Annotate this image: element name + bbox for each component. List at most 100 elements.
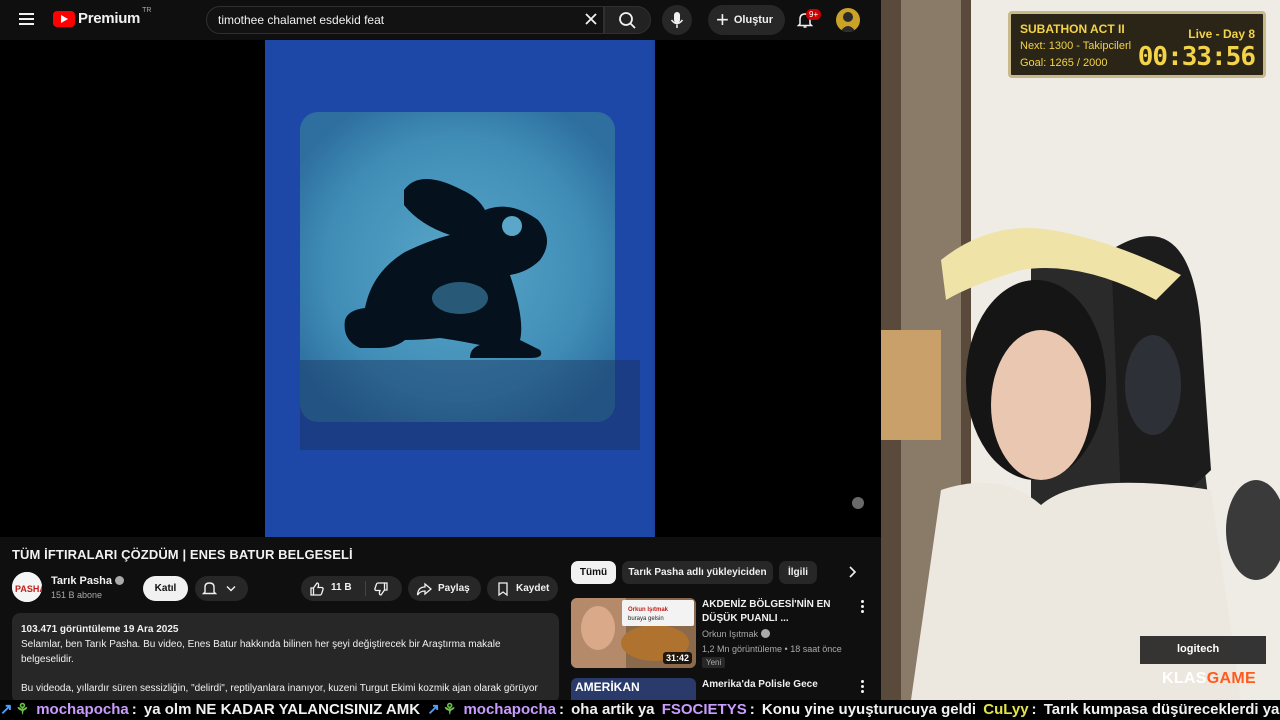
save-label: Kaydet <box>516 583 550 594</box>
thumbnail-image: AMERİKAN <box>571 678 696 700</box>
share-button[interactable]: Paylaş <box>408 576 481 601</box>
chat-colon: : <box>558 701 564 718</box>
recommended-video[interactable]: Orkun Işıtmak buraya gelsin 31:42 AKDENİ… <box>571 598 871 670</box>
recommended-channel-name[interactable]: Orkun Işıtmak <box>702 629 771 639</box>
overlay-goal-progress: Goal: 1265 / 2000 <box>1020 57 1108 69</box>
new-badge: Yeni <box>702 657 726 668</box>
plus-icon: + <box>716 7 729 32</box>
description-paragraph-1: Selamlar, ben Tarık Pasha. Bu video, Ene… <box>21 639 501 665</box>
youtube-play-icon <box>53 10 75 27</box>
chat-message: oha artik ya <box>571 701 655 718</box>
like-divider <box>365 581 366 596</box>
channel-avatar[interactable]: PASHA <box>12 572 42 602</box>
search-box <box>206 6 604 34</box>
sprout-icon: ⚘ <box>442 701 457 718</box>
chat-colon: : <box>131 701 137 718</box>
klasgame-logo: KLASGAME <box>1162 670 1256 688</box>
avatar-icon <box>840 12 856 32</box>
description-box[interactable]: 103.471 görüntüleme 19 Ara 2025 Selamlar… <box>12 613 559 700</box>
game-text: GAME <box>1206 670 1256 687</box>
chat-colon: : <box>1031 701 1037 718</box>
recommended-video[interactable]: AMERİKAN Amerika'da Polisle Gece <box>571 678 871 700</box>
rocket-icon: ↗ <box>427 701 440 718</box>
video-thumbnail[interactable]: Orkun Işıtmak buraya gelsin 31:42 <box>571 598 696 668</box>
create-button[interactable]: + Oluştur <box>708 5 785 35</box>
top-bar: Premium TR + Oluştur 9+ <box>0 0 881 40</box>
more-options-icon[interactable] <box>861 680 865 694</box>
klas-text: KLAS <box>1162 670 1207 687</box>
dislike-icon[interactable] <box>373 581 389 597</box>
like-count[interactable]: 11 B <box>331 582 352 593</box>
recommended-video-title[interactable]: Amerika'da Polisle Gece <box>702 678 852 692</box>
views-and-date: 103.471 görüntüleme 19 Ara 2025 <box>21 624 179 635</box>
overlay-title: SUBATHON ACT II <box>1020 22 1125 36</box>
chat-message: ya olm NE KADAR YALANCISINIZ AMK <box>143 701 421 718</box>
share-icon <box>416 582 432 596</box>
video-thumbnail[interactable]: AMERİKAN <box>571 678 696 700</box>
logo-country: TR <box>142 7 152 14</box>
hamburger-menu-icon[interactable] <box>19 13 34 26</box>
logo-text: Premium <box>78 10 141 27</box>
overlay-next-goal: Next: 1300 - Takipcilerl <box>1020 40 1132 52</box>
streamer-webcam-image <box>881 0 1280 700</box>
logitech-logo-text: logitech <box>1177 643 1220 655</box>
recommended-video-title[interactable]: AKDENİZ BÖLGESİ'NİN EN DÜŞÜK PUANLI ... <box>702 598 852 626</box>
chat-username: mochapocha <box>36 701 129 718</box>
create-label: Oluştur <box>733 14 773 26</box>
overlay-live-day: Live - Day 8 <box>1188 27 1255 41</box>
thumbnail-text: AMERİKAN <box>575 679 640 694</box>
chevron-right-icon[interactable] <box>843 563 861 581</box>
video-frame-rabbit-sign <box>0 40 881 537</box>
bookmark-icon <box>498 582 508 597</box>
video-title: TÜM İFTIRALARI ÇÖZDÜM | ENES BATUR BELGE… <box>12 547 353 562</box>
rocket-icon: ↗ <box>0 701 13 718</box>
video-player[interactable] <box>0 40 881 537</box>
chat-ticker: ↗ ⚘ mochapocha: ya olm NE KADAR YALANCISI… <box>0 700 1280 720</box>
chat-username: mochapocha <box>463 701 556 718</box>
like-dislike-group: 11 B <box>301 576 402 601</box>
youtube-premium-logo[interactable]: Premium TR <box>53 7 152 27</box>
svg-text:Orkun Işıtmak: Orkun Işıtmak <box>628 607 669 613</box>
video-duration: 31:42 <box>662 652 692 664</box>
svg-text:buraya gelsin: buraya gelsin <box>628 616 664 622</box>
description-paragraph-2: Bu videoda, yıllardır süren sessizliğin,… <box>21 683 538 694</box>
verified-icon <box>114 576 124 585</box>
chat-username: FSOCIETYS <box>661 701 747 718</box>
chip-all[interactable]: Tümü <box>571 561 616 584</box>
search-button[interactable] <box>604 6 651 34</box>
voice-search-button[interactable] <box>662 5 692 35</box>
share-label: Paylaş <box>438 583 470 594</box>
recommended-channel-text: Orkun Işıtmak <box>702 629 759 639</box>
save-button[interactable]: Kaydet <box>487 576 558 601</box>
channel-name[interactable]: Tarık Pasha <box>51 575 124 587</box>
join-button[interactable]: Katıl <box>143 576 188 601</box>
close-icon[interactable] <box>583 11 599 27</box>
chip-related[interactable]: İlgili <box>779 561 817 584</box>
search-input[interactable] <box>218 13 568 27</box>
sprout-icon: ⚘ <box>15 701 30 718</box>
like-icon[interactable] <box>309 581 325 597</box>
notification-badge: 9+ <box>806 9 822 20</box>
chat-colon: : <box>749 701 755 718</box>
logitech-sponsor-badge: logitech <box>1140 636 1266 664</box>
svg-text:PASHA: PASHA <box>15 584 42 594</box>
account-avatar[interactable] <box>836 8 860 32</box>
subscription-bell-button[interactable] <box>195 576 248 601</box>
subscriber-count: 151 B abone <box>51 590 103 600</box>
chip-from-uploader[interactable]: Tarık Pasha adlı yükleyiciden <box>622 561 773 584</box>
microphone-icon <box>670 12 684 28</box>
youtube-window: Premium TR + Oluştur 9+ <box>0 0 881 700</box>
chat-message: Tarık kumpasa düşüreceklerdi yani <box>1043 701 1280 718</box>
bell-chevron-icon <box>201 582 236 595</box>
webcam-feed <box>881 0 1280 700</box>
search-icon <box>619 12 636 29</box>
more-options-icon[interactable] <box>861 600 865 614</box>
chat-message: Konu yine uyuşturucuya geldi <box>761 701 977 718</box>
channel-name-text: Tarık Pasha <box>51 575 112 587</box>
verified-icon <box>761 629 771 638</box>
overlay-timer: 00:33:56 <box>1137 42 1256 72</box>
subathon-overlay: SUBATHON ACT II Live - Day 8 Next: 1300 … <box>1008 11 1266 78</box>
channel-logo-icon: PASHA <box>12 572 42 602</box>
chat-username: CuLyy <box>983 701 1029 718</box>
recommended-video-meta: 1,2 Mn görüntüleme • 18 saat önce <box>702 644 842 654</box>
